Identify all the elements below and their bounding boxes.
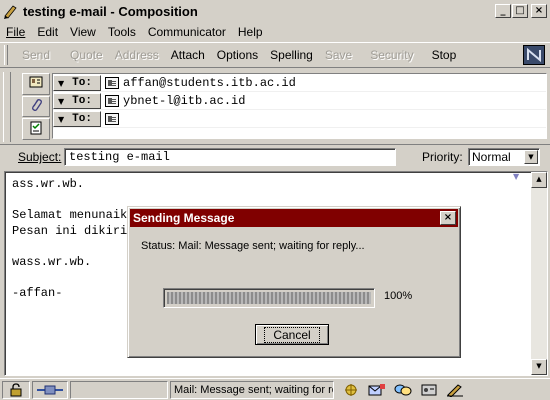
recipient-address-field[interactable]: affan@students.itb.ac.id (123, 76, 296, 90)
close-button[interactable]: × (531, 4, 547, 18)
minimize-button[interactable]: _ (495, 4, 511, 18)
dialog-close-button[interactable]: × (440, 211, 456, 225)
send-button[interactable]: Send (14, 48, 56, 62)
menu-tools[interactable]: Tools (108, 25, 136, 39)
scroll-down-icon[interactable]: ▼ (531, 359, 547, 375)
checklist-icon (28, 120, 44, 139)
sending-message-dialog: Sending Message × Status: Mail: Message … (127, 206, 461, 358)
status-message: Mail: Message sent; waiting for rep (174, 383, 334, 396)
address-tab[interactable] (22, 73, 50, 95)
address-grip[interactable] (3, 72, 11, 142)
menu-edit[interactable]: Edit (37, 25, 58, 39)
address-card-icon (105, 95, 119, 107)
message-body-text[interactable]: ass.wr.wb. Selamat menunaike Pesan ini d… (12, 177, 134, 301)
mailbox-icon[interactable] (368, 383, 386, 397)
composer-icon[interactable] (446, 383, 464, 397)
options-button[interactable]: Options (211, 48, 264, 62)
component-bar (342, 383, 464, 397)
recipient-row: ▼ To: (53, 111, 546, 128)
composition-app-icon[interactable] (3, 3, 19, 19)
menu-view[interactable]: View (70, 25, 96, 39)
dropdown-arrow-icon: ▼ (58, 96, 65, 106)
title-bar: testing e-mail - Composition _ □ × (0, 0, 550, 22)
save-button[interactable]: Save (319, 48, 358, 62)
recipient-row: ▼ To: affan@students.itb.ac.id (53, 75, 546, 92)
subject-label: Subject: (18, 150, 62, 164)
recipient-type-label: To: (72, 77, 92, 89)
window-title: testing e-mail - Composition (23, 3, 198, 19)
ruler-marker-icon: ▼ (513, 172, 520, 181)
connection-status-icon (32, 380, 68, 399)
priority-select[interactable]: Normal ▼ (468, 148, 540, 166)
chevron-down-icon[interactable]: ▼ (524, 150, 538, 164)
status-message-cell: Mail: Message sent; waiting for rep (170, 380, 334, 399)
recipient-type-dropdown[interactable]: ▼ To: (53, 75, 101, 91)
paperclip-icon (28, 97, 44, 116)
dialog-title-bar: Sending Message × (130, 209, 458, 227)
security-lock-icon[interactable] (2, 380, 30, 399)
address-card-icon (28, 74, 44, 93)
cancel-button[interactable]: Cancel (255, 324, 329, 345)
dropdown-arrow-icon: ▼ (58, 114, 65, 124)
options-tab[interactable] (22, 118, 50, 141)
discussion-groups-icon[interactable] (394, 383, 412, 397)
address-card-icon (105, 77, 119, 89)
menu-help[interactable]: Help (238, 25, 263, 39)
cancel-label: Cancel (264, 326, 320, 343)
recipient-type-label: To: (72, 113, 92, 125)
dropdown-arrow-icon: ▼ (58, 78, 65, 88)
address-button[interactable]: Address (109, 48, 165, 62)
maximize-button[interactable]: □ (512, 4, 528, 18)
recipient-type-dropdown[interactable]: ▼ To: (53, 93, 101, 109)
quote-button[interactable]: Quote (56, 48, 109, 62)
menu-file[interactable]: File (6, 25, 25, 39)
toolbar: Send Quote Address Attach Options Spelli… (0, 42, 550, 68)
menu-communicator[interactable]: Communicator (148, 25, 226, 39)
status-bar: Mail: Message sent; waiting for rep (0, 378, 550, 400)
recipient-type-dropdown[interactable]: ▼ To: (53, 111, 101, 127)
subject-row: Subject: testing e-mail Priority: Normal… (0, 146, 550, 168)
priority-label: Priority: (422, 150, 463, 164)
address-area: ▼ To: affan@students.itb.ac.id ▼ To: ybnet… (0, 69, 550, 145)
progress-cell (70, 380, 168, 399)
progress-bar-fill (167, 292, 371, 304)
address-book-icon[interactable] (420, 383, 438, 397)
security-button[interactable]: Security (358, 48, 419, 62)
priority-value: Normal (472, 150, 511, 164)
navigator-icon[interactable] (342, 383, 360, 397)
netscape-logo-icon (523, 45, 545, 65)
scroll-up-icon[interactable]: ▲ (531, 172, 547, 188)
dialog-status-text: Status: Mail: Message sent; waiting for … (141, 240, 365, 252)
subject-input[interactable]: testing e-mail (64, 148, 396, 166)
progress-bar (163, 288, 375, 308)
attachment-tab[interactable] (22, 95, 50, 118)
dialog-title: Sending Message (133, 211, 235, 225)
spelling-button[interactable]: Spelling (264, 48, 319, 62)
attach-button[interactable]: Attach (165, 48, 211, 62)
stop-button[interactable]: Stop (420, 48, 463, 62)
address-tabs (22, 73, 50, 141)
recipient-list: ▼ To: affan@students.itb.ac.id ▼ To: ybnet… (52, 73, 547, 139)
toolbar-grip[interactable] (4, 45, 8, 65)
vertical-scrollbar[interactable]: ▲ ▼ (531, 172, 547, 375)
menu-bar: File Edit View Tools Communicator Help (0, 22, 550, 42)
recipient-row: ▼ To: ybnet-l@itb.ac.id (53, 93, 546, 110)
recipient-address-field[interactable]: ybnet-l@itb.ac.id (123, 94, 245, 108)
recipient-type-label: To: (72, 95, 92, 107)
progress-percent: 100% (384, 290, 413, 302)
address-card-icon (105, 113, 119, 125)
